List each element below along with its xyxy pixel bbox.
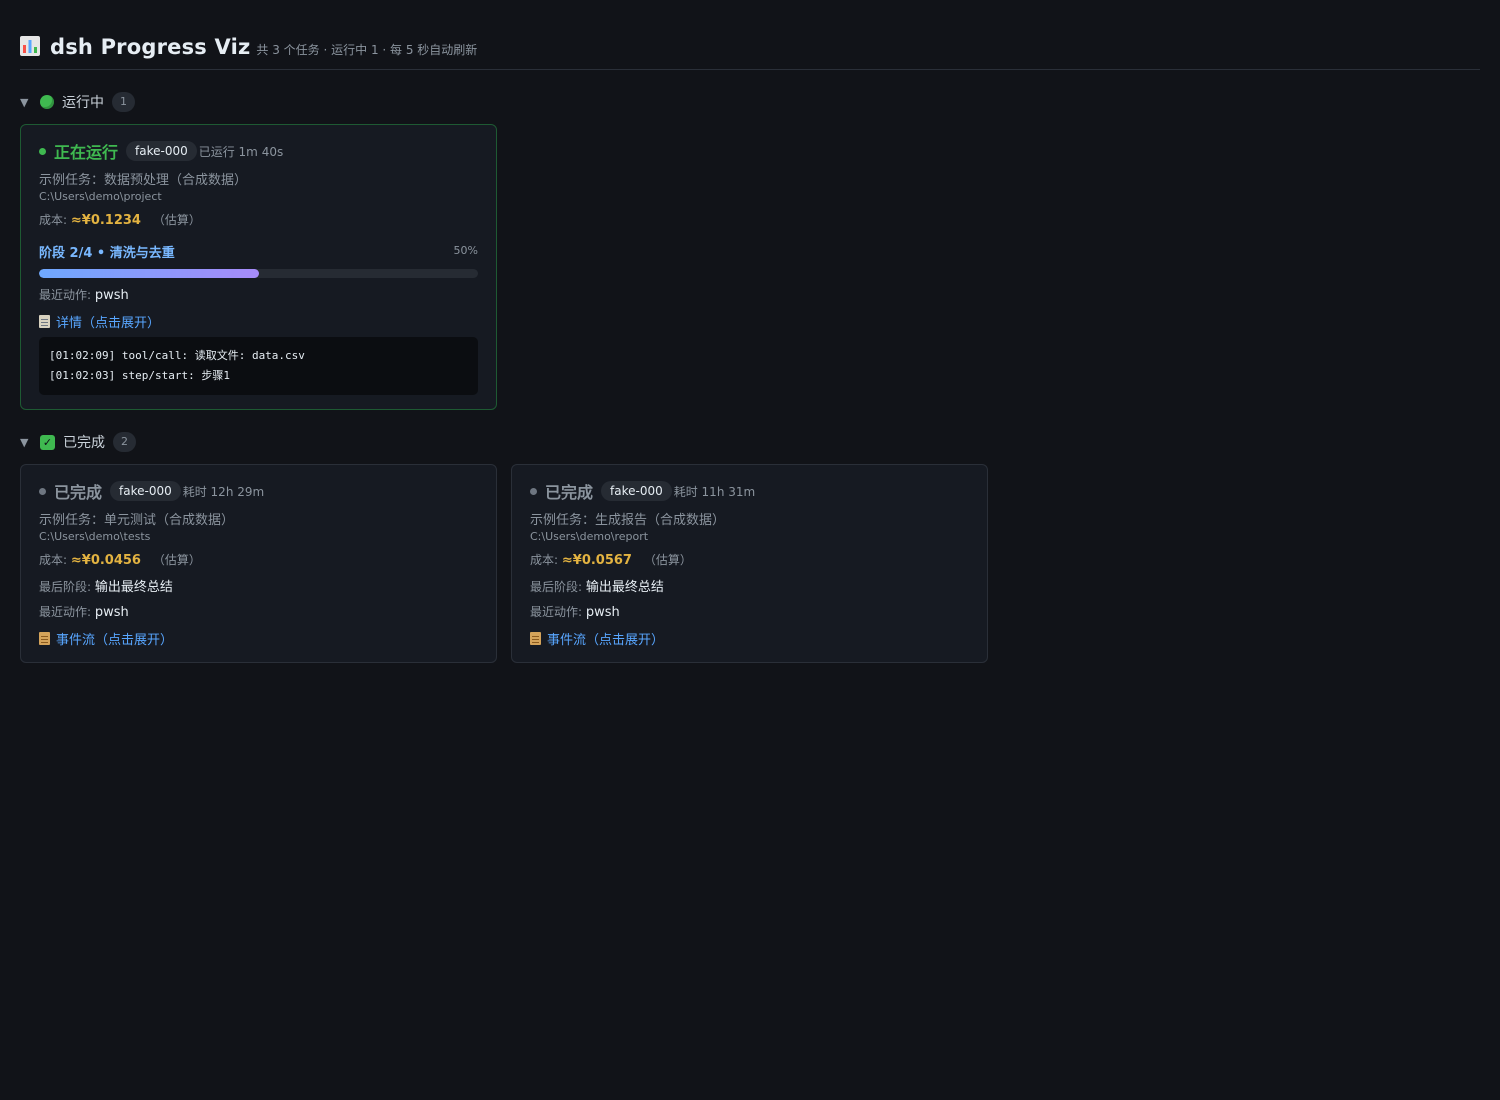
running-circle-icon — [40, 95, 54, 109]
cost-label: 成本: — [39, 213, 68, 227]
cost-row: 成本: ≈¥0.0456 （估算） — [39, 551, 478, 568]
scroll-icon — [530, 632, 541, 645]
task-path: C:\Users\demo\report — [530, 530, 649, 543]
elapsed-time: 已运行 1m 40s — [198, 144, 284, 159]
section-done-count: 2 — [113, 432, 136, 452]
chevron-down-icon[interactable]: ▼ — [20, 436, 32, 449]
cost-note: （估算） — [152, 213, 201, 227]
last-action-value: pwsh — [585, 605, 620, 620]
cost-note: （估算） — [643, 553, 692, 567]
last-action-label: 最近动作: — [39, 288, 92, 302]
last-action-row: 最近动作: pwsh — [39, 603, 478, 620]
status-label: 已完成 — [545, 483, 594, 502]
log-line: [01:02:09] tool/call: 读取文件: data.csv — [49, 349, 305, 362]
cost-label: 成本: — [530, 553, 559, 567]
task-card: 已完成 fake-000 耗时 11h 31m 示例任务：生成报告（合成数据） … — [511, 464, 988, 663]
progress-bar — [39, 269, 478, 278]
last-action-label: 最近动作: — [39, 605, 92, 619]
last-action-row: 最近动作: pwsh — [39, 286, 478, 303]
stage-label: 阶段 2/4 • 清洗与去重 — [39, 246, 175, 261]
cost-note: （估算） — [152, 553, 201, 567]
event-log: [01:02:09] tool/call: 读取文件: data.csv [01… — [39, 337, 478, 395]
last-stage-value: 输出最终总结 — [94, 580, 173, 595]
status-dot-icon — [39, 147, 46, 155]
section-done-label: 已完成 — [63, 435, 105, 451]
done-cards: 已完成 fake-000 耗时 12h 29m 示例任务：单元测试（合成数据） … — [20, 464, 1480, 663]
last-action-label: 最近动作: — [530, 605, 583, 619]
task-id-chip: fake-000 — [601, 481, 672, 501]
task-description: 示例任务：单元测试（合成数据） — [39, 513, 235, 528]
task-id-chip: fake-000 — [126, 141, 197, 161]
event-stream-toggle[interactable]: 事件流（点击展开） — [39, 629, 478, 648]
cost-value: ≈¥0.1234 — [70, 213, 141, 228]
section-done-header[interactable]: ▼ ✓ 已完成 2 — [20, 432, 1480, 452]
last-stage-row: 最后阶段: 输出最终总结 — [39, 576, 478, 595]
section-running-count: 1 — [112, 92, 135, 112]
last-action-value: pwsh — [94, 288, 129, 303]
clipboard-icon — [39, 315, 50, 328]
progress-bar-fill — [39, 269, 259, 278]
page-title: dsh Progress Viz — [50, 35, 251, 59]
check-mark-icon: ✓ — [40, 434, 55, 450]
last-action-value: pwsh — [94, 605, 129, 620]
header: dsh Progress Viz 共 3 个任务 · 运行中 1 · 每 5 秒… — [20, 0, 1480, 70]
task-path: C:\Users\demo\tests — [39, 530, 151, 543]
bar-chart-icon — [20, 36, 40, 56]
task-id-chip: fake-000 — [110, 481, 181, 501]
event-stream-label: 事件流（点击展开） — [56, 633, 174, 648]
details-toggle[interactable]: 详情（点击展开） — [39, 312, 478, 331]
status-dot-icon — [39, 487, 46, 495]
status-label: 正在运行 — [54, 143, 119, 162]
cost-value: ≈¥0.0456 — [70, 553, 141, 568]
last-stage-label: 最后阶段: — [39, 580, 92, 594]
cost-row: 成本: ≈¥0.1234 （估算） — [39, 211, 478, 228]
last-stage-value: 输出最终总结 — [585, 580, 664, 595]
task-description: 示例任务：生成报告（合成数据） — [530, 513, 726, 528]
running-cards: 正在运行 fake-000 已运行 1m 40s 示例任务：数据预处理（合成数据… — [20, 124, 1480, 410]
section-running-header[interactable]: ▼ 运行中 1 — [20, 92, 1480, 112]
app: dsh Progress Viz 共 3 个任务 · 运行中 1 · 每 5 秒… — [0, 0, 1500, 663]
task-card: 已完成 fake-000 耗时 12h 29m 示例任务：单元测试（合成数据） … — [20, 464, 497, 663]
elapsed-time: 耗时 12h 29m — [182, 484, 265, 499]
page-subtitle: 共 3 个任务 · 运行中 1 · 每 5 秒自动刷新 — [256, 43, 478, 57]
details-toggle-label: 详情（点击展开） — [56, 316, 161, 331]
last-action-row: 最近动作: pwsh — [530, 603, 969, 620]
task-card: 正在运行 fake-000 已运行 1m 40s 示例任务：数据预处理（合成数据… — [20, 124, 497, 410]
status-dot-icon — [530, 487, 537, 495]
task-path: C:\Users\demo\project — [39, 190, 162, 203]
last-stage-row: 最后阶段: 输出最终总结 — [530, 576, 969, 595]
status-label: 已完成 — [54, 483, 103, 502]
last-stage-label: 最后阶段: — [530, 580, 583, 594]
task-description: 示例任务：数据预处理（合成数据） — [39, 173, 248, 188]
chevron-down-icon[interactable]: ▼ — [20, 96, 32, 109]
section-running-label: 运行中 — [62, 95, 104, 111]
log-line: [01:02:03] step/start: 步骤1 — [49, 369, 230, 382]
scroll-icon — [39, 632, 50, 645]
cost-value: ≈¥0.0567 — [561, 553, 632, 568]
progress-percent: 50% — [453, 244, 478, 257]
elapsed-time: 耗时 11h 31m — [673, 484, 756, 499]
cost-label: 成本: — [39, 553, 68, 567]
event-stream-label: 事件流（点击展开） — [547, 633, 665, 648]
cost-row: 成本: ≈¥0.0567 （估算） — [530, 551, 969, 568]
event-stream-toggle[interactable]: 事件流（点击展开） — [530, 629, 969, 648]
